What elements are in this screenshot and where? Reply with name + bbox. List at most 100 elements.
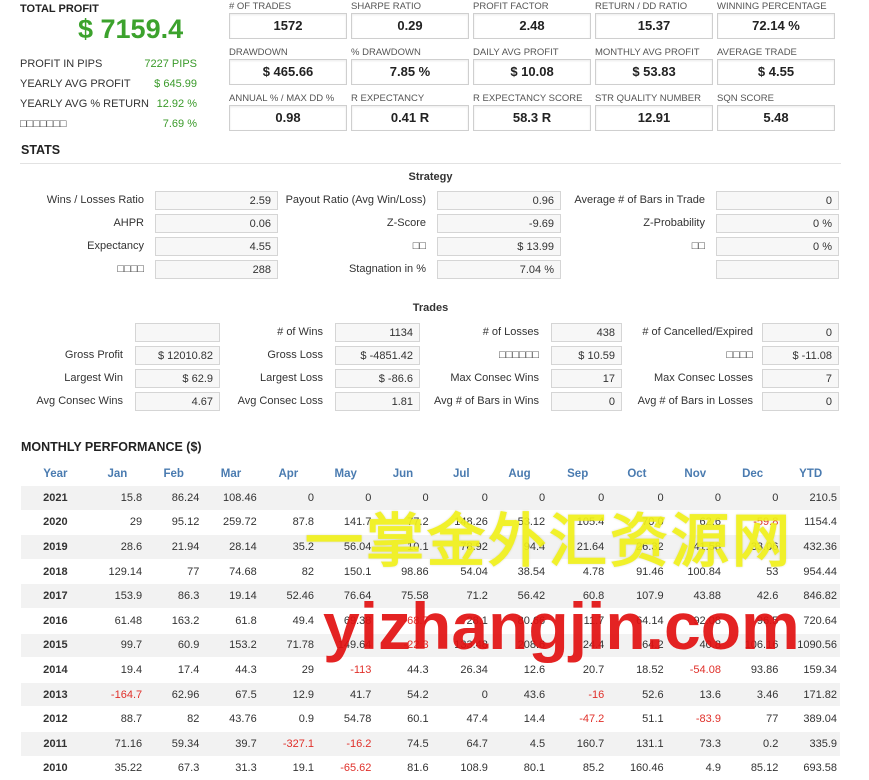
stat-label: □□□□ <box>117 263 144 275</box>
month-cell: -16.2 <box>317 730 375 757</box>
metric-label: AVERAGE TRADE <box>717 47 797 58</box>
summary-row-value: 7227 PIPS <box>144 58 197 70</box>
metric-value: $ 53.83 <box>595 59 713 85</box>
summary-row-label: □□□□□□□ <box>20 118 67 130</box>
stat-value: 7.04 % <box>437 260 561 279</box>
metric-label: ANNUAL % / MAX DD % <box>229 93 335 104</box>
metric-value: 58.3 R <box>473 105 591 131</box>
metric-value: 0.29 <box>351 13 469 39</box>
month-cell: 80.1 <box>490 755 549 780</box>
metric-value: 7.85 % <box>351 59 469 85</box>
month-cell: 12.9 <box>259 681 318 707</box>
stat-value: 438 <box>551 323 622 342</box>
stat-label: Gross Profit <box>64 349 123 361</box>
metric-label: MONTHLY AVG PROFIT <box>595 47 700 58</box>
stat-label: Payout Ratio (Avg Win/Loss) <box>285 194 426 206</box>
stat-label: Max Consec Wins <box>450 372 539 384</box>
month-cell: 171.82 <box>781 681 840 707</box>
metric-label: DRAWDOWN <box>229 47 288 58</box>
year-cell: 2010 <box>21 755 90 780</box>
table-row: 2011 71.16 59.34 39.7 -327.1 -16.2 74.5 64.7 4.5… <box>21 730 840 757</box>
summary-row-value: $ 645.99 <box>154 78 197 90</box>
metric-value: $ 465.66 <box>229 59 347 85</box>
month-cell: 88.7 <box>89 706 146 732</box>
metric-label: R EXPECTANCY <box>351 93 425 104</box>
metric-profit-factor: PROFIT FACTOR 2.48 <box>473 1 591 39</box>
month-cell: 61.48 <box>89 607 146 634</box>
month-cell: 39.7 <box>202 730 260 757</box>
month-cell: 71.78 <box>259 632 318 658</box>
month-cell: 17.4 <box>145 657 203 683</box>
stat-value: 0 <box>716 191 839 210</box>
stat-value: $ 62.9 <box>135 369 220 388</box>
watermark-chinese: 一掌金外汇资源网 <box>305 509 794 574</box>
stat-label: Gross Loss <box>267 349 323 361</box>
month-cell: 29 <box>89 509 146 535</box>
stat-value: 0 % <box>716 237 839 256</box>
stat-value: 0 % <box>716 214 839 233</box>
stat-value: 0 <box>762 323 839 342</box>
month-cell: 60.1 <box>374 706 432 732</box>
stat-label: AHPR <box>113 217 144 229</box>
month-cell: 0 <box>431 681 491 707</box>
metric-sharpe: SHARPE RATIO 0.29 <box>351 1 469 39</box>
month-cell: 77 <box>145 558 203 584</box>
year-cell: 2017 <box>21 583 90 609</box>
table-row: 2013 -164.7 62.96 67.5 12.9 41.7 54.2 0 43.6 -16 5… <box>21 681 840 707</box>
column-header: Nov <box>684 468 707 480</box>
column-header: Year <box>43 468 68 480</box>
metric-winning-pct: WINNING PERCENTAGE 72.14 % <box>717 1 835 39</box>
metric-value: 15.37 <box>595 13 713 39</box>
metric-label: RETURN / DD RATIO <box>595 1 688 12</box>
month-cell: 85.2 <box>548 755 608 780</box>
column-header: YTD <box>799 468 823 480</box>
stat-label: □□ <box>412 240 426 252</box>
stat-label: Max Consec Losses <box>653 372 753 384</box>
month-cell: 163.2 <box>145 607 203 634</box>
stat-value: 1.81 <box>335 392 420 411</box>
column-header: Apr <box>278 468 299 480</box>
stat-label: Z-Probability <box>643 217 705 229</box>
month-cell: 62.96 <box>145 681 203 707</box>
stat-value: -9.69 <box>437 214 561 233</box>
column-header: Jul <box>452 468 470 480</box>
stat-value: $ 12010.82 <box>135 346 220 365</box>
stat-label: Largest Loss <box>260 372 323 384</box>
metric-r-expectancy: R EXPECTANCY 0.41 R <box>351 93 469 131</box>
month-cell: 335.9 <box>781 730 840 757</box>
month-cell: 86.3 <box>145 583 203 609</box>
table-row: 2012 88.7 82 43.76 0.9 54.78 60.1 47.4 14.4 -47.2… <box>21 706 840 732</box>
metric-value: $ 10.08 <box>473 59 591 85</box>
month-cell: 35.22 <box>89 755 146 780</box>
metric-label: STR QUALITY NUMBER <box>595 93 701 104</box>
month-cell: 54.2 <box>374 681 432 707</box>
metric-value: 2.48 <box>473 13 591 39</box>
stat-label: Expectancy <box>87 240 144 252</box>
month-cell: 77 <box>723 706 782 732</box>
stat-label: Z-Score <box>386 217 426 229</box>
stat-value: $ 10.59 <box>551 346 622 365</box>
stat-value: $ -86.6 <box>335 369 420 388</box>
month-cell: 82 <box>145 706 203 732</box>
summary-row-value: 12.92 % <box>156 98 197 110</box>
month-cell: 47.4 <box>431 706 491 732</box>
column-header: Jun <box>392 468 414 480</box>
stat-value: 4.67 <box>135 392 220 411</box>
metric-str-quality: STR QUALITY NUMBER 12.91 <box>595 93 713 131</box>
month-cell: 71.16 <box>89 730 146 757</box>
month-cell: -83.9 <box>666 706 724 732</box>
year-cell: 2011 <box>21 730 90 757</box>
stat-label: Stagnation in % <box>348 263 426 275</box>
month-cell: 52.46 <box>259 583 318 609</box>
month-cell: -327.1 <box>259 730 318 757</box>
month-cell: 64.7 <box>431 730 491 757</box>
month-cell: 153.2 <box>202 632 260 658</box>
month-cell: 60.9 <box>145 632 203 658</box>
month-cell: 0.9 <box>259 706 318 732</box>
month-cell: -65.62 <box>317 755 375 780</box>
month-cell: 99.7 <box>89 632 146 658</box>
month-cell: 21.94 <box>145 534 203 560</box>
stat-value: 0.96 <box>437 191 561 210</box>
month-cell: 67.3 <box>145 755 203 780</box>
stat-label: Avg # of Bars in Wins <box>434 395 539 407</box>
